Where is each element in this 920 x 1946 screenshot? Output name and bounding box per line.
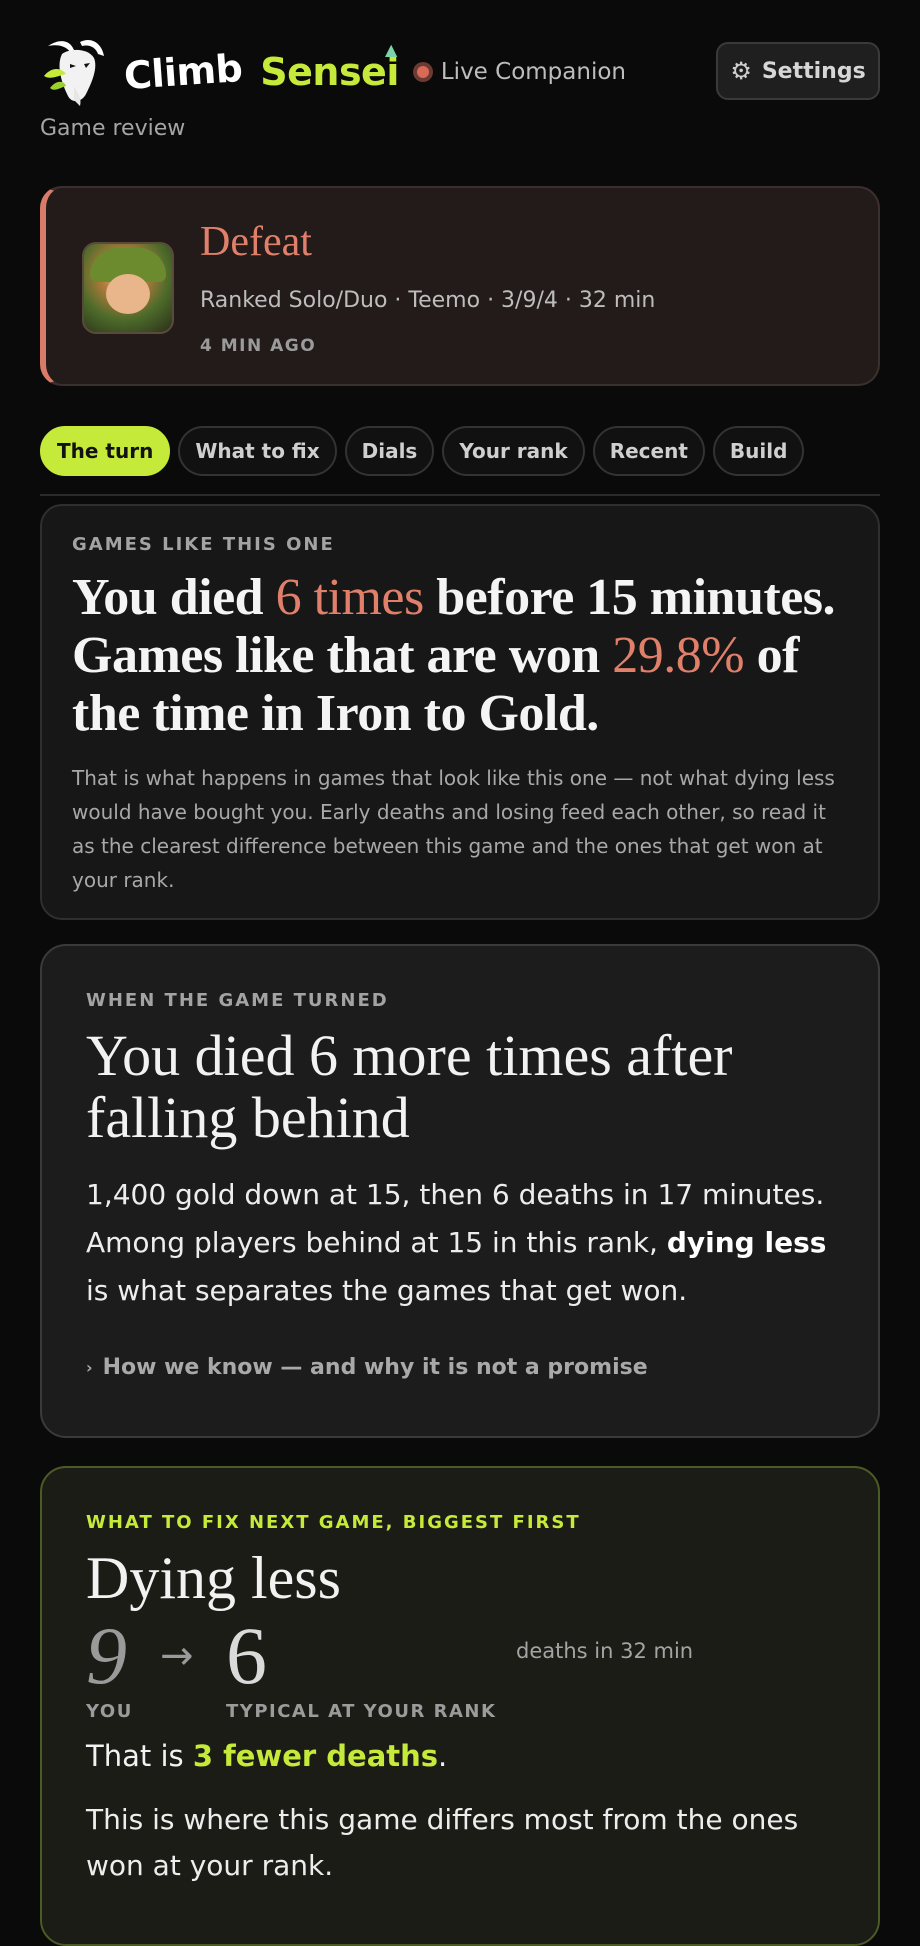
win-rate-highlight: 29.8% (612, 627, 745, 684)
what-to-fix-card: WHAT TO FIX NEXT GAME, BIGGEST FIRST Dyi… (40, 1466, 880, 1946)
what-to-fix-eyebrow: WHAT TO FIX NEXT GAME, BIGGEST FIRST (86, 1512, 581, 1533)
fewer-part-b: . (438, 1739, 448, 1773)
tabs-divider (40, 494, 880, 496)
tab-dials[interactable]: Dials (344, 426, 435, 476)
game-turned-card: WHEN THE GAME TURNED You died 6 more tim… (40, 944, 880, 1438)
death-count-highlight: 6 times (275, 569, 425, 626)
brand-name-climb: Climb (122, 45, 244, 99)
goat-mascot-icon (44, 39, 104, 106)
fewer-deaths-summary: That is 3 fewer deaths. (86, 1739, 834, 1773)
fewer-deaths-highlight: 3 fewer deaths (192, 1739, 439, 1773)
champion-portrait-icon (82, 242, 174, 334)
headline-part-a: You died (72, 569, 276, 626)
page-subtitle: Game review (40, 116, 186, 141)
deaths-unit: deaths in 32 min (516, 1639, 694, 1663)
how-we-know-label: How we know — and why it is not a promis… (102, 1355, 648, 1380)
settings-button[interactable]: ⚙ Settings (716, 42, 880, 100)
game-result-card: Defeat Ranked Solo/Duo · Teemo · 3/9/4 ·… (40, 186, 880, 386)
games-like-eyebrow: GAMES LIKE THIS ONE (72, 534, 335, 555)
deaths-comparison: 9 → 6 deaths in 32 min YOU TYPICAL AT YO… (86, 1610, 834, 1727)
brand-name-sensei-text: Sensei (260, 50, 399, 94)
how-we-know-disclosure[interactable]: › How we know — and why it is not a prom… (86, 1355, 834, 1380)
champion-face (106, 274, 150, 314)
games-like-headline: You died 6 times before 15 minutes. Game… (72, 569, 848, 743)
fewer-part-a: That is (86, 1739, 193, 1773)
game-turned-eyebrow: WHEN THE GAME TURNED (86, 990, 389, 1011)
tab-the-turn[interactable]: The turn (40, 426, 171, 476)
tab-what-to-fix[interactable]: What to fix (178, 426, 337, 476)
arrow-right-icon: → (160, 1633, 194, 1679)
games-like-this-card: GAMES LIKE THIS ONE You died 6 times bef… (40, 504, 880, 920)
what-to-fix-body: This is where this game differs most fro… (86, 1803, 799, 1882)
tab-recent[interactable]: Recent (592, 426, 705, 476)
what-to-fix-headline: Dying less (86, 1545, 341, 1611)
typical-deaths-label: TYPICAL AT YOUR RANK (226, 1701, 497, 1722)
app-header: Climb Sensei ▲ Live Companion Game revie… (40, 30, 880, 150)
review-tabs: The turn What to fix Dials Your rank Rec… (40, 426, 805, 476)
live-status-dot-icon (412, 62, 433, 82)
game-turned-body: 1,400 gold down at 15, then 6 deaths in … (86, 1171, 834, 1315)
games-like-body: That is what happens in games that look … (72, 766, 835, 892)
your-deaths-label: YOU (86, 1701, 133, 1722)
game-turned-headline: You died 6 more times after falling behi… (86, 1023, 733, 1150)
tab-your-rank[interactable]: Your rank (442, 426, 585, 476)
result-meta: Ranked Solo/Duo · Teemo · 3/9/4 · 32 min (200, 288, 656, 313)
brand-logo[interactable]: Climb Sensei ▲ Live Companion (40, 36, 626, 108)
live-companion-status: Live Companion (412, 59, 626, 85)
brand-name-sensei: Sensei ▲ (260, 40, 399, 94)
turned-body-b: is what separates the games that get won… (86, 1274, 688, 1307)
chevron-right-icon: › (86, 1358, 93, 1377)
tab-build[interactable]: Build (712, 426, 805, 476)
turned-body-bold: dying less (666, 1226, 827, 1259)
result-title: Defeat (200, 219, 312, 265)
gear-icon: ⚙ (730, 57, 752, 85)
settings-button-label: Settings (761, 58, 866, 84)
typical-deaths-value: 6 (226, 1610, 267, 1701)
your-deaths-value: 9 (86, 1610, 127, 1701)
result-time-ago: 4 MIN AGO (200, 336, 317, 356)
up-arrow-icon: ▲ (385, 40, 397, 59)
live-companion-label: Live Companion (440, 59, 626, 85)
